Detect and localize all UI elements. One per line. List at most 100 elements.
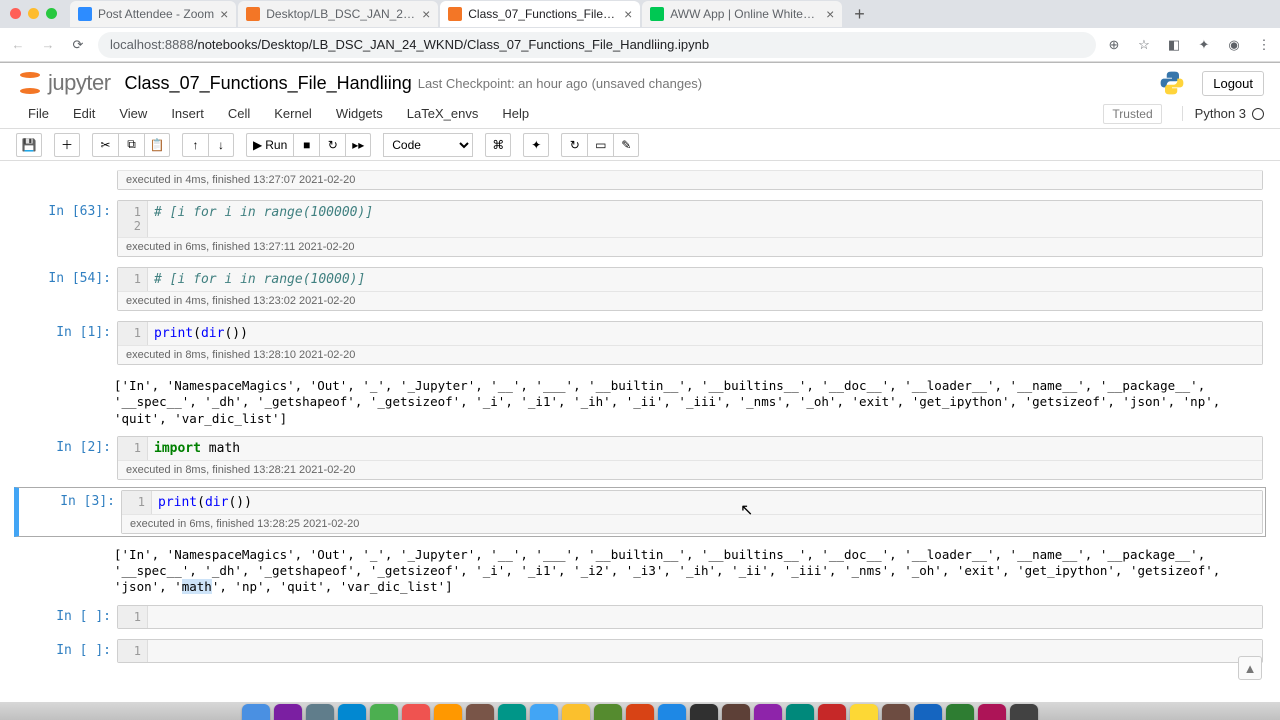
add-cell-button[interactable]: ＋	[54, 133, 80, 157]
menu-cell[interactable]: Cell	[216, 102, 262, 125]
extension-icon[interactable]: ◧	[1166, 37, 1182, 53]
dock-app-icon[interactable]	[306, 704, 334, 720]
paste-button[interactable]: 📋	[144, 133, 170, 157]
maximize-window-button[interactable]	[46, 8, 57, 19]
cell-type-select[interactable]: Code	[383, 133, 473, 157]
browser-tab[interactable]: Class_07_Functions_File_Hand×	[440, 1, 640, 27]
line-gutter: 1	[118, 322, 148, 345]
code-cell[interactable]: In [54]: 1 # [i for i in range(10000)] e…	[14, 264, 1266, 314]
code-input[interactable]	[148, 606, 1262, 628]
dock-app-icon[interactable]	[562, 704, 590, 720]
menu-latex_envs[interactable]: LaTeX_envs	[395, 102, 491, 125]
execution-timing: executed in 4ms, finished 13:27:07 2021-…	[118, 170, 1262, 189]
browser-tab[interactable]: Post Attendee - Zoom×	[70, 1, 236, 27]
code-cell[interactable]: In [2]: 1 import math executed in 8ms, f…	[14, 433, 1266, 483]
restart-button[interactable]: ↻	[319, 133, 345, 157]
run-button[interactable]: ▶ Run	[246, 133, 293, 157]
copy-button[interactable]: ⧉	[118, 133, 144, 157]
menu-insert[interactable]: Insert	[159, 102, 216, 125]
dock-app-icon[interactable]	[594, 704, 622, 720]
line-gutter: 1	[118, 606, 148, 628]
dock-app-icon[interactable]	[978, 704, 1006, 720]
browser-tab[interactable]: Desktop/LB_DSC_JAN_24_WK×	[238, 1, 438, 27]
menu-help[interactable]: Help	[490, 102, 541, 125]
code-input[interactable]	[148, 640, 1262, 662]
address-bar[interactable]: localhost:8888/notebooks/Desktop/LB_DSC_…	[98, 32, 1096, 58]
code-cell[interactable]: In [3]: 1 print(dir()) executed in 6ms, …	[14, 487, 1266, 537]
menu-edit[interactable]: Edit	[61, 102, 107, 125]
scroll-to-top-button[interactable]: ▲	[1238, 656, 1262, 680]
dock-app-icon[interactable]	[498, 704, 526, 720]
menu-view[interactable]: View	[107, 102, 159, 125]
tab-close-icon[interactable]: ×	[826, 6, 834, 22]
dock-app-icon[interactable]	[850, 704, 878, 720]
minimize-window-button[interactable]	[28, 8, 39, 19]
execution-timing: executed in 8ms, finished 13:28:10 2021-…	[118, 345, 1262, 364]
bookmark-icon[interactable]: ☆	[1136, 37, 1152, 53]
move-down-button[interactable]: ↓	[208, 133, 234, 157]
dock-app-icon[interactable]	[786, 704, 814, 720]
dock-app-icon[interactable]	[818, 704, 846, 720]
close-window-button[interactable]	[10, 8, 21, 19]
dock-app-icon[interactable]	[466, 704, 494, 720]
notebook-container[interactable]: executed in 4ms, finished 13:27:07 2021-…	[0, 161, 1280, 719]
dock-app-icon[interactable]	[914, 704, 942, 720]
dock-app-icon[interactable]	[722, 704, 750, 720]
browser-tab[interactable]: AWW App | Online Whiteboard×	[642, 1, 842, 27]
dock-app-icon[interactable]	[274, 704, 302, 720]
nbextension-button-4[interactable]: ✎	[613, 133, 639, 157]
cut-button[interactable]: ✂	[92, 133, 118, 157]
code-cell[interactable]: In [1]: 1 print(dir()) executed in 8ms, …	[14, 318, 1266, 368]
menu-widgets[interactable]: Widgets	[324, 102, 395, 125]
profile-icon[interactable]: ◉	[1226, 37, 1242, 53]
tab-close-icon[interactable]: ×	[624, 6, 632, 22]
forward-button[interactable]: →	[38, 35, 58, 55]
tab-close-icon[interactable]: ×	[422, 6, 430, 22]
nbextension-button-2[interactable]: ↻	[561, 133, 587, 157]
logout-button[interactable]: Logout	[1202, 71, 1264, 96]
dock-app-icon[interactable]	[658, 704, 686, 720]
code-input[interactable]: print(dir())	[152, 491, 1262, 514]
dock-app-icon[interactable]	[626, 704, 654, 720]
dock-app-icon[interactable]	[754, 704, 782, 720]
code-cell[interactable]: In [63]: 12 # [i for i in range(100000)]…	[14, 197, 1266, 260]
dock-app-icon[interactable]	[882, 704, 910, 720]
extensions-puzzle-icon[interactable]: ✦	[1196, 37, 1212, 53]
zoom-icon[interactable]: ⊕	[1106, 37, 1122, 53]
kernel-indicator[interactable]: Python 3	[1182, 106, 1264, 121]
code-input[interactable]: import math	[148, 437, 1262, 460]
save-button[interactable]: 💾	[16, 133, 42, 157]
code-input[interactable]: # [i for i in range(100000)]	[148, 201, 1262, 237]
nbextension-button-1[interactable]: ✦	[523, 133, 549, 157]
dock-app-icon[interactable]	[434, 704, 462, 720]
dock-app-icon[interactable]	[242, 704, 270, 720]
menu-icon[interactable]: ⋮	[1256, 37, 1272, 53]
menu-kernel[interactable]: Kernel	[262, 102, 324, 125]
dock-app-icon[interactable]	[530, 704, 558, 720]
trusted-indicator[interactable]: Trusted	[1103, 104, 1161, 124]
dock-app-icon[interactable]	[946, 704, 974, 720]
dock-app-icon[interactable]	[338, 704, 366, 720]
dock-app-icon[interactable]	[370, 704, 398, 720]
back-button[interactable]: ←	[8, 35, 28, 55]
nbextension-button-3[interactable]: ▭	[587, 133, 613, 157]
restart-run-all-button[interactable]: ▸▸	[345, 133, 371, 157]
dock-app-icon[interactable]	[1010, 704, 1038, 720]
command-palette-button[interactable]: ⌘	[485, 133, 511, 157]
move-up-button[interactable]: ↑	[182, 133, 208, 157]
menu-file[interactable]: File	[16, 102, 61, 125]
notebook-name[interactable]: Class_07_Functions_File_Handliing	[125, 73, 412, 94]
jupyter-logo[interactable]: jupyter	[16, 69, 111, 97]
code-cell[interactable]: In [ ]: 1	[14, 602, 1266, 632]
code-cell[interactable]: In [ ]: 1	[14, 636, 1266, 666]
interrupt-button[interactable]: ■	[293, 133, 319, 157]
code-cell[interactable]: executed in 4ms, finished 13:27:07 2021-…	[14, 167, 1266, 193]
tab-close-icon[interactable]: ×	[220, 6, 228, 22]
code-input[interactable]: # [i for i in range(10000)]	[148, 268, 1262, 291]
reload-button[interactable]: ⟳	[68, 35, 88, 55]
code-input[interactable]: print(dir())	[148, 322, 1262, 345]
dock-app-icon[interactable]	[690, 704, 718, 720]
dock-app-icon[interactable]	[402, 704, 430, 720]
line-gutter: 1	[118, 640, 148, 662]
new-tab-button[interactable]: +	[844, 4, 875, 25]
